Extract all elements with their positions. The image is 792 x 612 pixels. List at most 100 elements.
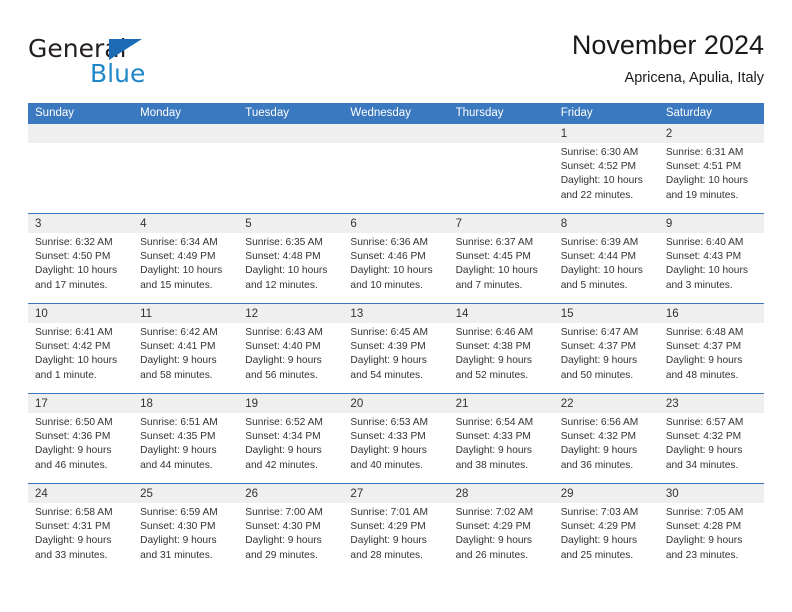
calendar-day-cell[interactable]: 10 Sunrise: 6:41 AM Sunset: 4:42 PM Dayligh…	[28, 303, 134, 394]
day-detail-line: Sunrise: 6:51 AM	[140, 417, 218, 428]
calendar-day-cell[interactable]: 7 Sunrise: 6:37 AM Sunset: 4:45 PM Daylight…	[448, 213, 554, 304]
calendar-page: General Blue November 2024 Apricena, Apu…	[0, 0, 792, 612]
day-number: 11	[133, 304, 239, 323]
title-block: November 2024 Apricena, Apulia, Italy	[572, 28, 764, 89]
calendar-day-cell[interactable]: 11 Sunrise: 6:42 AM Sunset: 4:41 PM Dayligh…	[133, 303, 239, 394]
calendar-day-cell[interactable]: 4 Sunrise: 6:34 AM Sunset: 4:49 PM Daylight…	[133, 213, 239, 304]
day-detail-line: and 19 minutes.	[665, 189, 739, 201]
day-number: 22	[553, 394, 659, 413]
calendar-day-cell[interactable]: 8 Sunrise: 6:39 AM Sunset: 4:44 PM Daylight…	[553, 213, 659, 304]
calendar-day-cell[interactable]: 12 Sunrise: 6:43 AM Sunset: 4:40 PM Dayligh…	[238, 303, 344, 394]
day-detail-line: Sunset: 4:45 PM	[455, 251, 531, 263]
calendar-day-cell[interactable]: 28 Sunrise: 7:02 AM Sunset: 4:29 PM Dayligh…	[448, 483, 554, 573]
day-detail-line: and 23 minutes.	[665, 549, 739, 561]
calendar-day-cell[interactable]: 29 Sunrise: 7:03 AM Sunset: 4:29 PM Dayligh…	[553, 483, 659, 573]
day-detail-line: Daylight: 9 hours	[665, 355, 743, 367]
day-number: 9	[658, 214, 764, 233]
calendar-day-cell[interactable]: 17 Sunrise: 6:50 AM Sunset: 4:36 PM Dayligh…	[28, 393, 134, 484]
calendar-day-cell[interactable]: 30 Sunrise: 7:05 AM Sunset: 4:28 PM Dayligh…	[658, 483, 764, 573]
day-detail-line: and 52 minutes.	[455, 369, 529, 381]
calendar-day-cell[interactable]: 14 Sunrise: 6:46 AM Sunset: 4:38 PM Dayligh…	[448, 303, 554, 394]
calendar-day-cell[interactable]: 23 Sunrise: 6:57 AM Sunset: 4:32 PM Dayligh…	[658, 393, 764, 484]
calendar-day-cell[interactable]: 27 Sunrise: 7:01 AM Sunset: 4:29 PM Dayligh…	[343, 483, 449, 573]
calendar-day-cell[interactable]: 2 Sunrise: 6:31 AM Sunset: 4:51 PM Daylight…	[658, 124, 764, 214]
general-blue-logo[interactable]: General Blue	[28, 34, 238, 94]
day-detail-line: and 54 minutes.	[350, 369, 423, 381]
calendar-cell-inner: 19 Sunrise: 6:52 AM Sunset: 4:34 PM Dayligh…	[238, 394, 344, 483]
day-details: Sunrise: 6:31 AM Sunset: 4:51 PM Daylight:…	[659, 143, 764, 203]
day-detail-line: Sunset: 4:30 PM	[140, 521, 216, 533]
weekday-header-tuesday: Tuesday	[238, 103, 344, 124]
day-details: Sunrise: 6:46 AM Sunset: 4:38 PM Daylight:…	[449, 323, 554, 383]
day-detail-line: and 58 minutes.	[140, 369, 213, 381]
day-detail-line: Sunset: 4:44 PM	[560, 251, 637, 263]
day-detail-line: Sunrise: 6:41 AM	[35, 327, 113, 338]
triangle-icon	[109, 39, 142, 60]
calendar-day-cell[interactable]: 1 Sunrise: 6:30 AM Sunset: 4:52 PM Daylight…	[553, 124, 659, 214]
day-number: 20	[343, 394, 449, 413]
calendar-day-cell[interactable]: 26 Sunrise: 7:00 AM Sunset: 4:30 PM Dayligh…	[238, 483, 344, 573]
calendar-day-cell[interactable]: 24 Sunrise: 6:58 AM Sunset: 4:31 PM Dayligh…	[28, 483, 134, 573]
calendar-cell-inner: 7 Sunrise: 6:37 AM Sunset: 4:45 PM Daylight…	[448, 214, 554, 303]
calendar-day-cell[interactable]: 6 Sunrise: 6:36 AM Sunset: 4:46 PM Daylight…	[343, 213, 449, 304]
weekday-header-friday: Friday	[553, 103, 659, 124]
calendar-day-cell[interactable]: 5 Sunrise: 6:35 AM Sunset: 4:48 PM Daylight…	[238, 213, 344, 304]
calendar-day-cell[interactable]: 22 Sunrise: 6:56 AM Sunset: 4:32 PM Dayligh…	[553, 393, 659, 484]
calendar-day-cell[interactable]: 25 Sunrise: 6:59 AM Sunset: 4:30 PM Dayligh…	[133, 483, 239, 573]
day-details	[238, 143, 343, 146]
day-detail-line: Sunset: 4:49 PM	[140, 251, 216, 263]
day-detail-line: Sunrise: 6:58 AM	[35, 507, 113, 518]
calendar-empty-cell	[28, 124, 134, 214]
calendar-day-cell[interactable]: 15 Sunrise: 6:47 AM Sunset: 4:37 PM Dayligh…	[553, 303, 659, 394]
day-detail-line: and 44 minutes.	[140, 459, 213, 471]
day-detail-line: and 12 minutes.	[245, 279, 318, 291]
day-number: 2	[658, 124, 764, 143]
day-detail-line: Sunset: 4:42 PM	[35, 341, 111, 353]
day-detail-line: and 50 minutes.	[560, 369, 634, 381]
calendar-day-cell[interactable]: 3 Sunrise: 6:32 AM Sunset: 4:50 PM Daylight…	[28, 213, 134, 304]
calendar-day-cell[interactable]: 21 Sunrise: 6:54 AM Sunset: 4:33 PM Dayligh…	[448, 393, 554, 484]
day-detail-line: Daylight: 9 hours	[665, 445, 743, 457]
day-detail-line: Sunset: 4:33 PM	[455, 431, 531, 443]
day-details: Sunrise: 6:47 AM Sunset: 4:37 PM Daylight:…	[554, 323, 659, 383]
calendar-cell-inner: 21 Sunrise: 6:54 AM Sunset: 4:33 PM Dayligh…	[448, 394, 554, 483]
day-detail-line: Sunrise: 6:34 AM	[140, 237, 218, 248]
day-number: 26	[238, 484, 344, 503]
day-detail-line: Sunset: 4:50 PM	[35, 251, 111, 263]
day-number: 1	[553, 124, 659, 143]
calendar-week-row: 3 Sunrise: 6:32 AM Sunset: 4:50 PM Daylight…	[28, 213, 764, 304]
day-detail-line: Sunset: 4:37 PM	[665, 341, 742, 353]
calendar-cell-inner: 15 Sunrise: 6:47 AM Sunset: 4:37 PM Dayligh…	[553, 304, 659, 393]
calendar-cell-inner: 9 Sunrise: 6:40 AM Sunset: 4:43 PM Daylight…	[658, 214, 764, 303]
calendar-day-cell[interactable]: 18 Sunrise: 6:51 AM Sunset: 4:35 PM Dayligh…	[133, 393, 239, 484]
day-detail-line: Sunrise: 7:05 AM	[665, 507, 744, 518]
day-details: Sunrise: 6:50 AM Sunset: 4:36 PM Daylight:…	[28, 413, 133, 473]
day-details: Sunrise: 6:39 AM Sunset: 4:44 PM Daylight:…	[554, 233, 659, 293]
day-details: Sunrise: 6:41 AM Sunset: 4:42 PM Daylight:…	[28, 323, 133, 383]
calendar-cell-inner	[133, 124, 239, 213]
day-detail-line: Sunset: 4:51 PM	[665, 161, 742, 173]
day-number	[343, 124, 449, 143]
day-number: 25	[133, 484, 239, 503]
day-detail-line: Sunrise: 6:53 AM	[350, 417, 429, 428]
day-number: 18	[133, 394, 239, 413]
calendar-day-cell[interactable]: 16 Sunrise: 6:48 AM Sunset: 4:37 PM Dayligh…	[658, 303, 764, 394]
calendar-day-cell[interactable]: 13 Sunrise: 6:45 AM Sunset: 4:39 PM Dayligh…	[343, 303, 449, 394]
day-detail-line: Sunrise: 7:01 AM	[350, 507, 429, 518]
day-detail-line: Daylight: 9 hours	[140, 535, 217, 547]
day-details: Sunrise: 6:51 AM Sunset: 4:35 PM Daylight:…	[133, 413, 238, 473]
day-detail-line: and 38 minutes.	[455, 459, 529, 471]
day-number: 19	[238, 394, 344, 413]
day-number: 12	[238, 304, 344, 323]
calendar-day-cell[interactable]: 9 Sunrise: 6:40 AM Sunset: 4:43 PM Daylight…	[658, 213, 764, 304]
day-number: 7	[448, 214, 554, 233]
calendar-day-cell[interactable]: 19 Sunrise: 6:52 AM Sunset: 4:34 PM Dayligh…	[238, 393, 344, 484]
day-details: Sunrise: 6:52 AM Sunset: 4:34 PM Daylight:…	[238, 413, 343, 473]
day-number: 3	[28, 214, 134, 233]
day-detail-line: and 17 minutes.	[35, 279, 108, 291]
day-detail-line: and 42 minutes.	[245, 459, 318, 471]
weekday-header-thursday: Thursday	[448, 103, 554, 124]
calendar-week-row: 1 Sunrise: 6:30 AM Sunset: 4:52 PM Daylight…	[28, 124, 764, 214]
calendar-day-cell[interactable]: 20 Sunrise: 6:53 AM Sunset: 4:33 PM Dayligh…	[343, 393, 449, 484]
day-details: Sunrise: 6:59 AM Sunset: 4:30 PM Daylight:…	[133, 503, 238, 563]
